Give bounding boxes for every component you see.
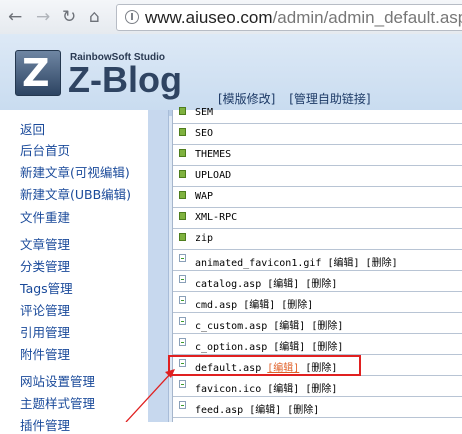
annotation-arrow-icon — [125, 369, 175, 422]
